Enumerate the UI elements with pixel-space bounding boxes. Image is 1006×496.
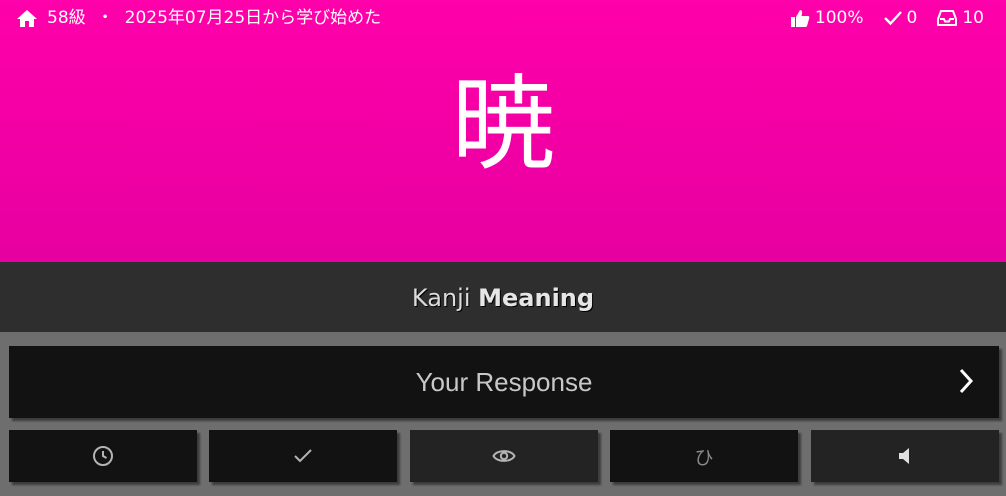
clock-icon xyxy=(93,446,113,466)
status-right: 100% 0 10 xyxy=(770,0,984,36)
mark-correct-button[interactable] xyxy=(209,430,397,482)
remaining-stat: 10 xyxy=(937,0,984,36)
speaker-icon xyxy=(899,448,909,464)
home-icon[interactable] xyxy=(16,9,38,28)
thumbs-up-icon xyxy=(790,9,810,27)
inbox-icon xyxy=(937,10,958,26)
status-left: 58級 ・ 2025年07月25日から学び始めた xyxy=(16,0,381,36)
check-icon xyxy=(294,449,312,463)
prompt-type: Kanji xyxy=(411,284,471,312)
status-bar: 58級 ・ 2025年07月25日から学び始めた 100% 0 10 xyxy=(0,0,1006,36)
kana-toggle-button[interactable]: ひ xyxy=(610,430,798,482)
response-input[interactable] xyxy=(9,346,999,418)
accuracy-stat: 100% xyxy=(790,0,864,36)
eye-icon xyxy=(492,450,516,462)
start-date-text: 2025年07月25日から学び始めた xyxy=(124,8,382,28)
level-text: 58級 xyxy=(47,8,86,28)
separator: ・ xyxy=(96,8,114,28)
delay-button[interactable] xyxy=(9,430,197,482)
kanji-character: 暁 xyxy=(450,63,555,185)
correct-stat: 0 xyxy=(883,0,918,36)
accuracy-value: 100% xyxy=(814,8,864,28)
kana-label: ひ xyxy=(694,446,714,469)
correct-value: 0 xyxy=(906,8,918,28)
prompt-field: Meaning xyxy=(478,284,595,312)
submit-button[interactable] xyxy=(954,366,978,396)
chevron-right-icon xyxy=(959,368,974,394)
reveal-answer-button[interactable] xyxy=(410,430,598,482)
audio-button[interactable] xyxy=(811,430,999,482)
check-icon xyxy=(883,11,902,26)
question-prompt: Kanji Meaning xyxy=(0,262,1006,332)
remaining-value: 10 xyxy=(962,8,984,28)
kanji-header: 58級 ・ 2025年07月25日から学び始めた 100% 0 10 暁 xyxy=(0,0,1006,262)
